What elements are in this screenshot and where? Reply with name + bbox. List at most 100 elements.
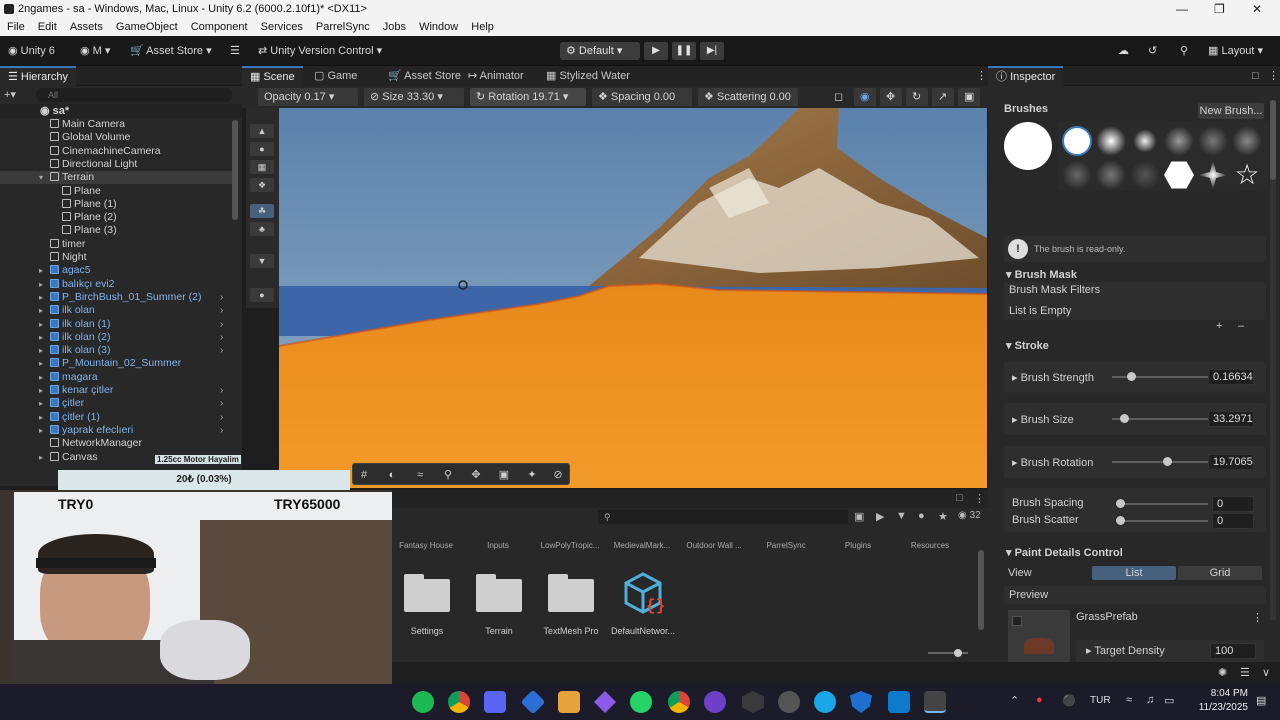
- layout-dropdown[interactable]: ▦ Layout ▾: [1208, 42, 1263, 60]
- network-prefab-icon[interactable]: {}: [620, 570, 666, 616]
- expand-arrow-icon[interactable]: ▸: [39, 344, 43, 357]
- expand-arrow-icon[interactable]: ▸: [39, 291, 43, 304]
- opacity-dropdown[interactable]: Opacity 0.17 ▾: [258, 88, 358, 106]
- pause-button[interactable]: ❚❚: [672, 42, 696, 60]
- paint-details-icon[interactable]: ☘: [250, 204, 274, 218]
- expand-arrow-icon[interactable]: ▸: [39, 357, 43, 370]
- brush-hexagon[interactable]: [1164, 161, 1194, 189]
- expand-arrow-icon[interactable]: ▸: [39, 318, 43, 331]
- project-folder-label[interactable]: Inputs: [458, 541, 538, 550]
- expand-icon[interactable]: ∨: [1262, 666, 1270, 679]
- open-prefab-icon[interactable]: ›: [220, 397, 223, 410]
- asset-store-button[interactable]: 🛒 Asset Store ▾: [130, 42, 212, 60]
- brush-rotation-knob[interactable]: [1162, 457, 1172, 466]
- project-folder-label[interactable]: Resources: [890, 541, 970, 550]
- project-scrollbar[interactable]: [978, 550, 984, 630]
- expand-arrow-icon[interactable]: ▾: [39, 171, 43, 184]
- search-icon[interactable]: ⚲: [1180, 42, 1188, 60]
- expand-arrow-icon[interactable]: ▸: [39, 451, 43, 464]
- hierarchy-item[interactable]: CinemachineCamera: [0, 145, 232, 158]
- project-folder-label[interactable]: Fantasy House: [386, 541, 466, 550]
- more-icon[interactable]: ⋮: [1260, 66, 1280, 86]
- menu-edit[interactable]: Edit: [38, 21, 57, 33]
- app-diamond-icon[interactable]: [520, 689, 546, 715]
- camera-icon[interactable]: ▣: [497, 468, 511, 482]
- scattering-field[interactable]: ❖ Scattering 0.00: [698, 88, 798, 106]
- hierarchy-item[interactable]: ▸ P_BirchBush_01_Summer (2) ›: [0, 291, 232, 304]
- cloud-icon[interactable]: ☁: [1118, 42, 1129, 60]
- hierarchy-item[interactable]: Plane (2): [0, 211, 232, 224]
- shading-icon[interactable]: ◐: [385, 468, 399, 482]
- zoom-slider[interactable]: [928, 649, 968, 657]
- tab-animator[interactable]: ↦ Animator: [460, 66, 532, 86]
- battery-icon[interactable]: ▭: [1164, 694, 1174, 707]
- grid-icon[interactable]: #: [357, 468, 371, 482]
- project-folder-label[interactable]: Outdoor Wall ...: [674, 541, 754, 550]
- folder-settings[interactable]: [404, 574, 450, 612]
- smooth-icon[interactable]: ●: [250, 142, 274, 156]
- app-crystal-icon[interactable]: [594, 691, 616, 713]
- defender-icon[interactable]: [850, 691, 872, 713]
- tab-inspector[interactable]: ⓘ Inspector: [988, 66, 1064, 86]
- tab-asset-store[interactable]: 🛒 Asset Store: [380, 66, 469, 86]
- more-icon[interactable]: ⋮: [974, 492, 985, 505]
- stroke-header[interactable]: ▾ Stroke: [1006, 339, 1049, 352]
- menu-jobs[interactable]: Jobs: [383, 21, 406, 33]
- hierarchy-item[interactable]: Plane (3): [0, 224, 232, 237]
- filter-icon[interactable]: ▼: [250, 254, 274, 268]
- chrome-2-icon[interactable]: [668, 691, 690, 713]
- expand-arrow-icon[interactable]: ▸: [39, 424, 43, 437]
- brush-spacing-field[interactable]: 0: [1212, 496, 1254, 512]
- version-control-button[interactable]: ⇄ Unity Version Control ▾: [258, 42, 382, 60]
- brush-scatter-knob[interactable]: [1116, 516, 1125, 525]
- raise-terrain-icon[interactable]: ▲: [250, 124, 274, 138]
- app-gear-icon[interactable]: [778, 691, 800, 713]
- minimize-icon[interactable]: —: [1176, 0, 1188, 18]
- visibility-icon[interactable]: ◉: [854, 88, 876, 106]
- account-button[interactable]: ◉ Unity 6: [8, 42, 55, 60]
- stamp-icon[interactable]: ❖: [250, 178, 274, 192]
- hierarchy-item[interactable]: Plane (1): [0, 198, 232, 211]
- menu-parrelsync[interactable]: ParrelSync: [316, 21, 370, 33]
- brush-size-slider[interactable]: [1112, 414, 1208, 423]
- hierarchy-item[interactable]: ▸ magara: [0, 371, 232, 384]
- brush-noise-4[interactable]: [1062, 160, 1092, 190]
- brush-spacing-knob[interactable]: [1116, 499, 1125, 508]
- expand-arrow-icon[interactable]: ▸: [39, 278, 43, 291]
- filter-label-icon[interactable]: ▶: [876, 510, 884, 523]
- open-prefab-icon[interactable]: ›: [220, 291, 223, 304]
- open-prefab-icon[interactable]: ›: [220, 384, 223, 397]
- hierarchy-item[interactable]: ▸ ilk olan (1) ›: [0, 318, 232, 331]
- tray-chevron-icon[interactable]: ⌃: [1010, 694, 1019, 707]
- hierarchy-item[interactable]: ▾ Terrain: [0, 171, 232, 185]
- open-prefab-icon[interactable]: ›: [220, 344, 223, 357]
- lock-icon[interactable]: □: [956, 492, 963, 504]
- hierarchy-item[interactable]: ▸ agac5: [0, 264, 232, 277]
- checkbox-icon[interactable]: [1012, 616, 1022, 626]
- hierarchy-item[interactable]: ▸ ilk olan (3) ›: [0, 344, 232, 357]
- menu-gameobject[interactable]: GameObject: [116, 21, 178, 33]
- brush-size-knob[interactable]: [1120, 414, 1130, 423]
- hierarchy-item[interactable]: ▸ ilk olan ›: [0, 304, 232, 317]
- project-folder-label[interactable]: ParrelSync: [746, 541, 826, 550]
- paint-texture-icon[interactable]: ▦: [250, 160, 274, 174]
- brush-noise-3[interactable]: [1232, 126, 1262, 156]
- add-filter-icon[interactable]: +: [1216, 320, 1222, 332]
- hierarchy-item[interactable]: ▸ çitler (1) ›: [0, 411, 232, 424]
- close-icon[interactable]: ✕: [1252, 0, 1262, 18]
- open-prefab-icon[interactable]: ›: [220, 318, 223, 331]
- scale-icon[interactable]: ↗: [932, 88, 954, 106]
- menu-help[interactable]: Help: [471, 21, 494, 33]
- expand-arrow-icon[interactable]: ▸: [39, 331, 43, 344]
- vscode-icon[interactable]: [888, 691, 910, 713]
- menu-window[interactable]: Window: [419, 21, 458, 33]
- hierarchy-item[interactable]: ▸ kenar çitler ›: [0, 384, 232, 397]
- project-folder-label[interactable]: LowPolyTropic...: [530, 541, 610, 550]
- debug-icon[interactable]: ✺: [1218, 666, 1227, 679]
- brush-size-field[interactable]: 33.2971: [1208, 411, 1254, 427]
- menu-services[interactable]: Services: [261, 21, 303, 33]
- history-icon[interactable]: ↺: [1148, 42, 1157, 60]
- pan-icon[interactable]: ✥: [469, 468, 483, 482]
- microphone-icon[interactable]: ⚫: [1062, 694, 1076, 707]
- project-folder-label[interactable]: Plugins: [818, 541, 898, 550]
